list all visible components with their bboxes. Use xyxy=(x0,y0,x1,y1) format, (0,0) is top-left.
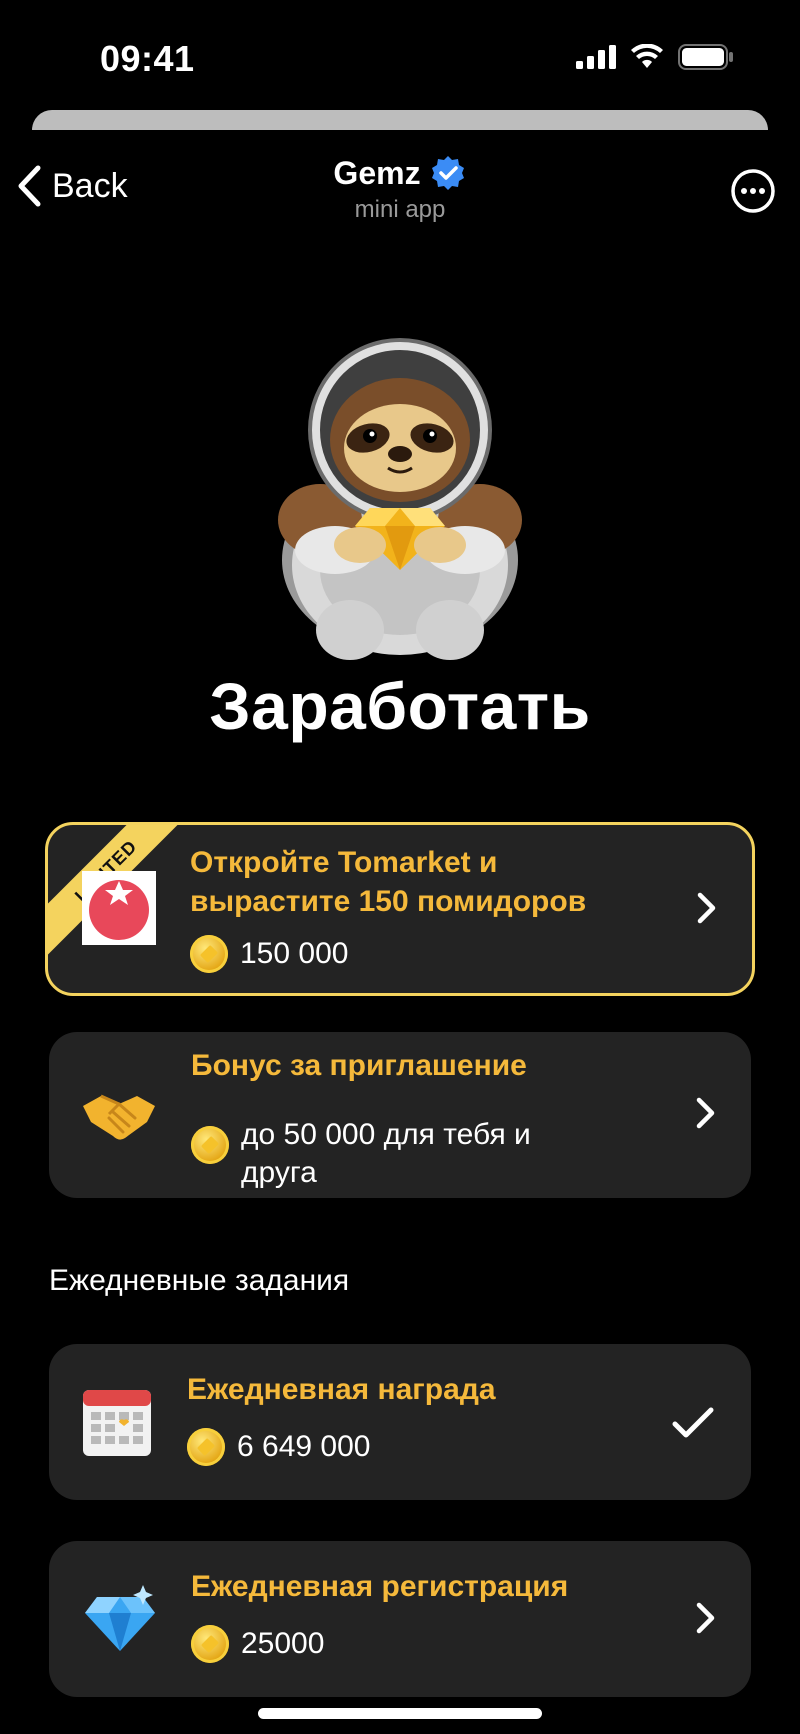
calendar-icon xyxy=(83,1390,151,1456)
daily-reward-amount: 6 649 000 xyxy=(237,1430,371,1463)
promo-title: Откройте Tomarket и вырастите 150 помидо… xyxy=(190,843,586,921)
app-name-row: Gemz xyxy=(333,154,466,192)
daily-section-title: Ежедневные задания xyxy=(49,1264,350,1297)
navbar: Back Gemz mini app xyxy=(0,150,800,230)
page-title: Заработать xyxy=(209,669,591,743)
coin-icon xyxy=(191,1625,229,1663)
coin-icon xyxy=(187,1428,225,1466)
status-icons xyxy=(576,44,734,70)
daily-registration-amount: 25000 xyxy=(241,1627,325,1660)
coin-icon xyxy=(190,935,228,973)
verified-badge-icon xyxy=(431,156,464,190)
chevron-right-icon xyxy=(696,1097,715,1129)
wifi-icon xyxy=(631,44,663,68)
app-name: Gemz xyxy=(333,154,421,191)
daily-registration-card[interactable]: Ежедневная регистрация 25000 xyxy=(49,1541,751,1697)
daily-reward-title: Ежедневная награда xyxy=(187,1373,496,1406)
tomato-app-icon xyxy=(82,871,156,945)
daily-registration-title: Ежедневная регистрация xyxy=(191,1570,569,1603)
home-indicator xyxy=(258,1708,542,1719)
sheet-top-edge xyxy=(32,110,768,130)
promo-title-line2: вырастите 150 помидоров xyxy=(190,885,587,918)
invite-title: Бонус за приглашение xyxy=(191,1049,527,1082)
chevron-right-icon xyxy=(696,1602,715,1634)
status-bar: 09:41 xyxy=(0,0,800,110)
promo-title-line1: Откройте Tomarket и xyxy=(190,846,498,879)
invite-reward-line2: друга xyxy=(241,1156,317,1189)
handshake-icon xyxy=(83,1094,155,1140)
daily-reward-reward: 6 649 000 xyxy=(187,1428,370,1466)
more-options-icon[interactable] xyxy=(730,168,776,214)
app-subtitle: mini app xyxy=(354,196,446,223)
invite-bonus-card[interactable]: Бонус за приглашение до 50 000 для тебя … xyxy=(49,1032,751,1198)
promo-task-card[interactable]: LIMITED Откройте Tomarket и вырастите 15… xyxy=(45,822,755,996)
invite-reward-text: до 50 000 для тебя и друга xyxy=(241,1116,531,1192)
status-time: 09:41 xyxy=(100,38,195,79)
coin-icon xyxy=(191,1126,229,1164)
daily-registration-reward: 25000 xyxy=(191,1625,324,1663)
invite-reward-line1: до 50 000 для тебя и xyxy=(241,1118,531,1151)
checkmark-icon xyxy=(672,1407,714,1438)
battery-icon xyxy=(678,44,733,70)
app-title: Gemz mini app xyxy=(0,154,800,224)
astronaut-sloth-mascot xyxy=(278,338,522,660)
daily-reward-card[interactable]: Ежедневная награда 6 649 000 xyxy=(49,1344,751,1500)
chevron-right-icon xyxy=(697,892,716,924)
promo-reward-amount: 150 000 xyxy=(240,937,349,970)
promo-reward: 150 000 xyxy=(190,935,348,973)
diamond-icon xyxy=(85,1585,155,1651)
cellular-signal-icon xyxy=(576,45,616,69)
invite-reward: до 50 000 для тебя и друга xyxy=(191,1116,531,1192)
